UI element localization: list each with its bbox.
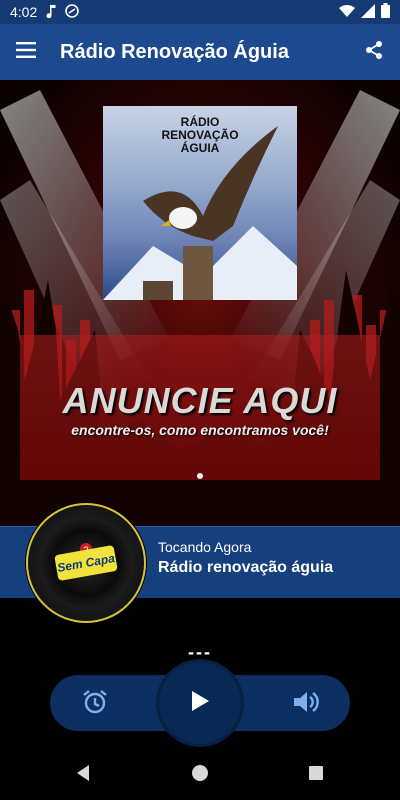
ad-banner[interactable]: ANUNCIE AQUI encontre-os, como encontram… bbox=[20, 335, 380, 480]
back-button[interactable] bbox=[73, 764, 93, 787]
cover-label: Sem Capa bbox=[54, 544, 118, 582]
recents-square-icon bbox=[308, 765, 324, 786]
at-sign-icon bbox=[65, 3, 80, 21]
signal-icon bbox=[361, 3, 375, 21]
recents-button[interactable] bbox=[306, 765, 326, 785]
alarm-clock-icon bbox=[81, 688, 109, 721]
wifi-icon bbox=[339, 4, 355, 21]
vinyl-cover: ? Sem Capa bbox=[26, 503, 146, 623]
navigation-bar bbox=[0, 750, 400, 800]
album-art: RÁDIO RENOVAÇÃO ÁGUIA bbox=[103, 106, 297, 300]
app-bar: Rádio Renovação Águia bbox=[0, 24, 400, 80]
volume-button[interactable] bbox=[287, 686, 323, 722]
volume-icon bbox=[291, 688, 319, 721]
home-circle-icon bbox=[191, 764, 209, 787]
play-button[interactable] bbox=[159, 662, 241, 744]
status-time: 4:02 bbox=[10, 4, 38, 20]
menu-icon[interactable] bbox=[16, 41, 36, 63]
banner-title: ANUNCIE AQUI bbox=[62, 380, 338, 421]
alarm-button[interactable] bbox=[77, 686, 113, 722]
album-text-line-3: ÁGUIA bbox=[180, 141, 220, 155]
play-icon bbox=[189, 689, 211, 718]
banner-subtitle: encontre-os, como encontramos você! bbox=[71, 422, 329, 438]
home-button[interactable] bbox=[190, 764, 210, 787]
battery-icon bbox=[381, 3, 390, 21]
app-title: Rádio Renovação Águia bbox=[60, 40, 289, 63]
now-playing-station: Rádio renovação águia bbox=[158, 559, 334, 576]
carousel-indicator bbox=[197, 473, 203, 479]
status-bar: 4:02 bbox=[0, 0, 400, 24]
player-background: RÁDIO RENOVAÇÃO ÁGUIA ANUNCIE AQUI encon… bbox=[0, 80, 400, 526]
music-note-icon bbox=[45, 4, 57, 21]
now-playing-label: Tocando Agora bbox=[158, 539, 252, 555]
time-display: --- bbox=[188, 642, 212, 662]
back-triangle-icon bbox=[75, 764, 91, 787]
share-icon[interactable] bbox=[364, 40, 384, 65]
